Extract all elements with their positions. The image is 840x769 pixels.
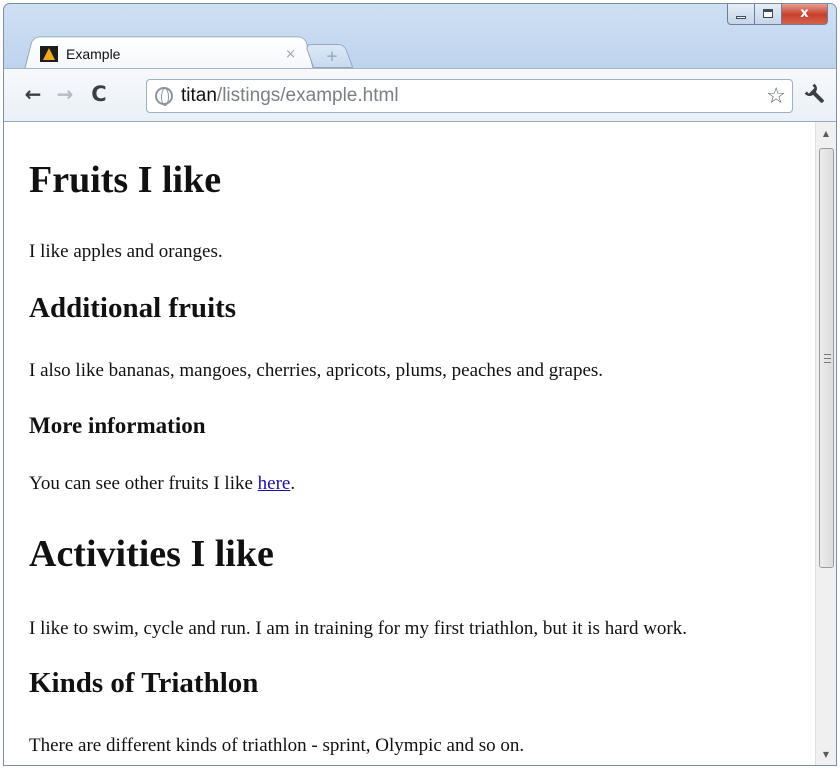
heading-more-information: More information	[29, 413, 206, 438]
scroll-up-arrow-icon[interactable]: ▲	[816, 124, 836, 142]
more-info-suffix: .	[290, 473, 296, 494]
heading-activities: Activities I like	[29, 533, 274, 575]
more-info-text: You can see other fruits I like	[29, 473, 258, 494]
paragraph-activities: I like to swim, cycle and run. I am in t…	[29, 618, 688, 639]
tab-close-icon[interactable]: ×	[285, 47, 296, 62]
globe-icon	[155, 87, 173, 106]
heading-additional-fruits: Additional fruits	[29, 292, 237, 324]
paragraph-more-information: You can see other fruits I like here.	[29, 473, 295, 495]
favicon-icon	[40, 46, 58, 62]
page-viewport[interactable]: Fruits I like I like apples and oranges.…	[4, 122, 836, 765]
forward-button[interactable]: →	[52, 81, 78, 107]
minimize-button[interactable]	[727, 4, 755, 25]
heading-fruits: Fruits I like	[29, 159, 222, 201]
paragraph-fruits: I like apples and oranges.	[29, 241, 223, 262]
window-controls: x	[727, 4, 828, 25]
tab-title: Example	[66, 46, 121, 62]
paragraph-kinds: There are different kinds of triathlon -…	[29, 735, 525, 756]
bookmark-star-icon[interactable]: ☆	[766, 84, 786, 109]
url-host: titan	[181, 85, 217, 106]
heading-kinds-of-triathlon: Kinds of Triathlon	[29, 667, 259, 699]
wrench-icon[interactable]	[799, 78, 833, 112]
scrollbar-grip-icon	[824, 354, 831, 363]
new-tab-icon[interactable]: +	[322, 46, 342, 66]
scrollbar-thumb[interactable]	[819, 148, 834, 568]
back-button[interactable]: ←	[20, 81, 46, 107]
vertical-scrollbar[interactable]: ▲ ▼	[815, 122, 836, 765]
url-path: /listings/example.html	[216, 85, 399, 106]
browser-window: x Example × + ← → C titan/listings/examp…	[3, 3, 837, 766]
minimize-icon	[736, 15, 746, 19]
maximize-button[interactable]	[755, 4, 782, 25]
close-icon: x	[800, 6, 809, 21]
reload-button[interactable]: C	[86, 81, 112, 107]
url-text[interactable]: titan/listings/example.html	[181, 85, 766, 107]
toolbar: ← → C titan/listings/example.html ☆	[4, 68, 836, 122]
close-window-button[interactable]: x	[782, 4, 828, 25]
address-bar[interactable]: titan/listings/example.html ☆	[146, 79, 793, 113]
here-link[interactable]: here	[258, 473, 291, 494]
scroll-down-arrow-icon[interactable]: ▼	[816, 745, 836, 763]
maximize-icon	[763, 9, 773, 18]
paragraph-additional-fruits: I also like bananas, mangoes, cherries, …	[29, 360, 604, 381]
tab-example-content[interactable]: Example ×	[40, 40, 310, 68]
